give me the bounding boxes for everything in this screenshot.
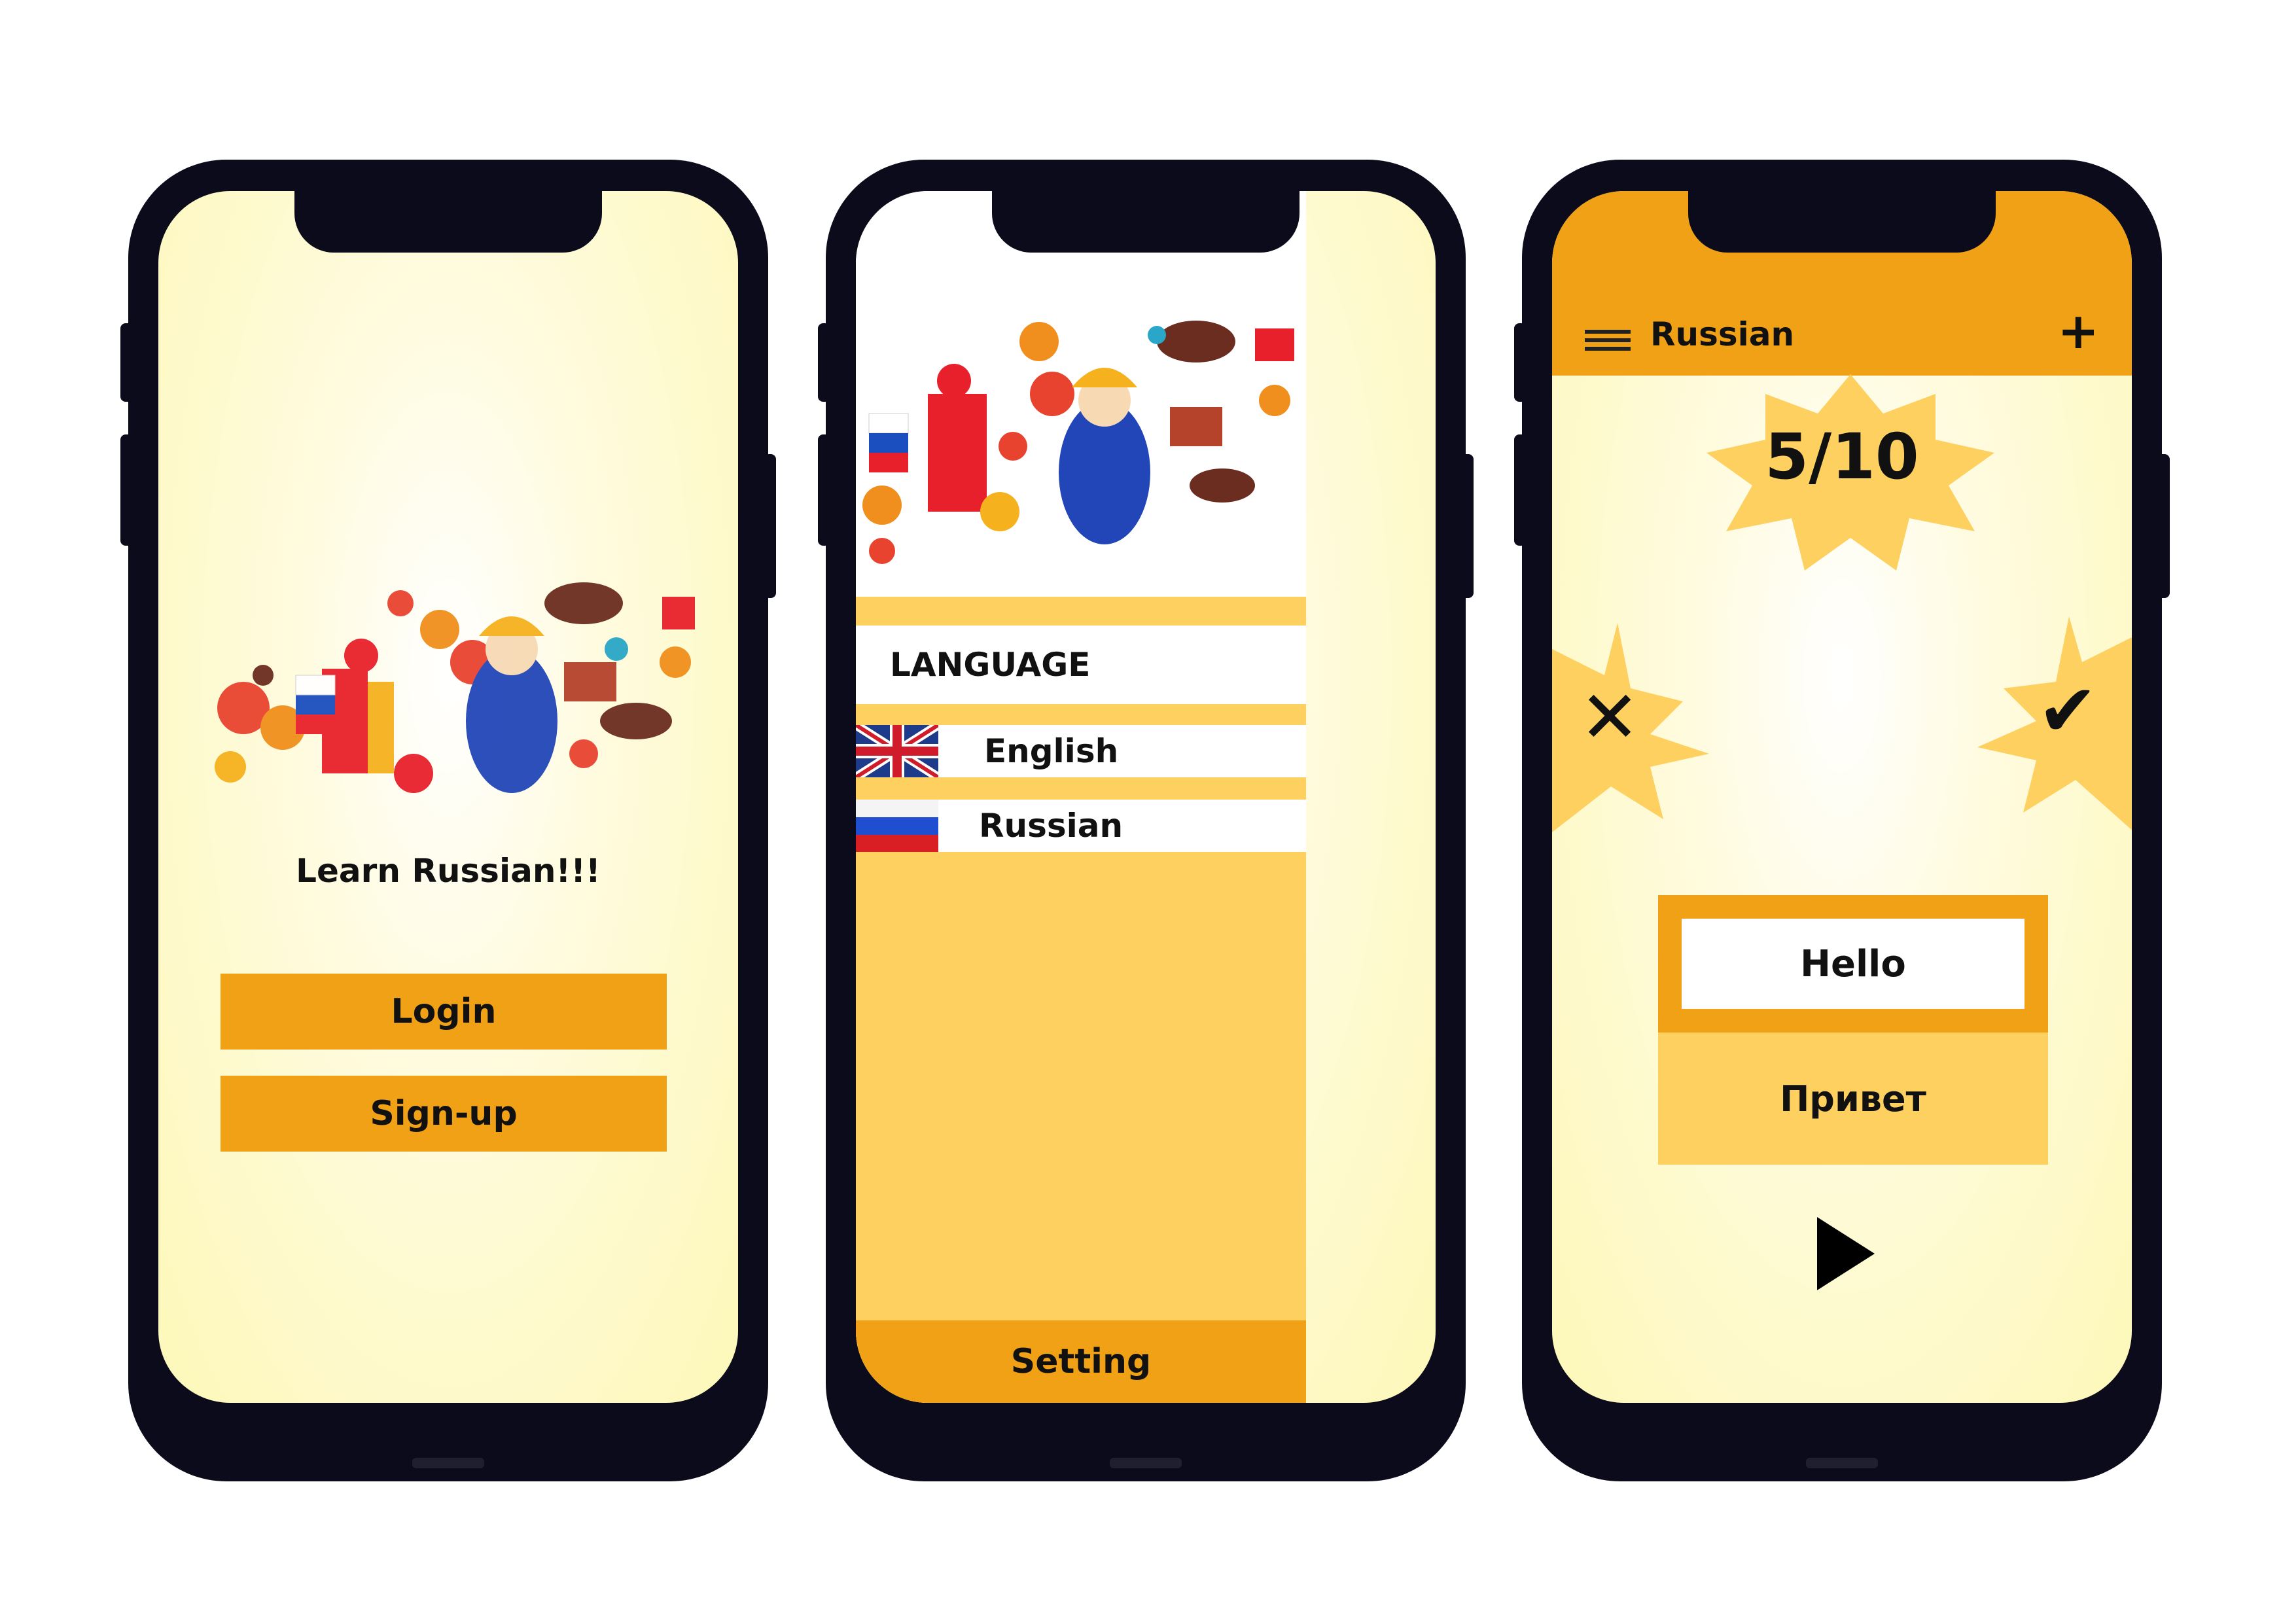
app-title: Learn Russian!!! xyxy=(296,852,601,890)
check-icon[interactable]: ✔ xyxy=(2038,669,2098,752)
language-list-bg xyxy=(856,597,1306,1403)
home-indicator xyxy=(1806,1458,1878,1468)
signup-button[interactable]: Sign-up xyxy=(221,1076,667,1152)
russia-flag-icon xyxy=(856,800,938,852)
language-heading: LANGUAGE xyxy=(856,626,1306,704)
language-item-label: English xyxy=(984,732,1119,770)
phone-quiz: Russian + 5/10 ✕ ✔ Hello Привет xyxy=(1514,160,2170,1481)
language-item-english[interactable]: English xyxy=(856,725,1306,777)
login-screen: Learn Russian!!! Login Sign-up xyxy=(158,191,738,1403)
quiz-screen: Russian + 5/10 ✕ ✔ Hello Привет xyxy=(1552,191,2132,1403)
translation-card[interactable]: Привет xyxy=(1658,1033,2048,1165)
play-icon[interactable] xyxy=(1817,1217,1875,1290)
menu-icon[interactable] xyxy=(1585,330,1631,351)
phone-language: LANGUAGE English Russian Setting xyxy=(818,160,1474,1481)
uk-flag-icon xyxy=(856,725,938,777)
cross-icon[interactable]: ✕ xyxy=(1580,675,1640,759)
score-text: 5/10 xyxy=(1765,420,1919,493)
notch xyxy=(1688,191,1996,253)
login-button[interactable]: Login xyxy=(221,974,667,1050)
language-heading-label: LANGUAGE xyxy=(890,646,1091,684)
russia-map-illustration xyxy=(165,557,728,832)
plus-icon[interactable]: + xyxy=(2057,306,2099,356)
home-indicator xyxy=(412,1458,484,1468)
language-screen: LANGUAGE English Russian Setting xyxy=(856,191,1436,1403)
notch xyxy=(294,191,602,253)
notch xyxy=(992,191,1300,253)
word-text: Hello xyxy=(1682,919,2025,1009)
language-item-label: Russian xyxy=(979,807,1123,845)
phone-login: Learn Russian!!! Login Sign-up xyxy=(120,160,776,1481)
setting-button[interactable]: Setting xyxy=(856,1320,1306,1403)
language-item-russian[interactable]: Russian xyxy=(856,800,1306,852)
russia-map-illustration xyxy=(856,315,1306,577)
word-card: Hello xyxy=(1658,895,2048,1033)
header-title: Russian xyxy=(1650,315,1795,353)
home-indicator xyxy=(1110,1458,1182,1468)
